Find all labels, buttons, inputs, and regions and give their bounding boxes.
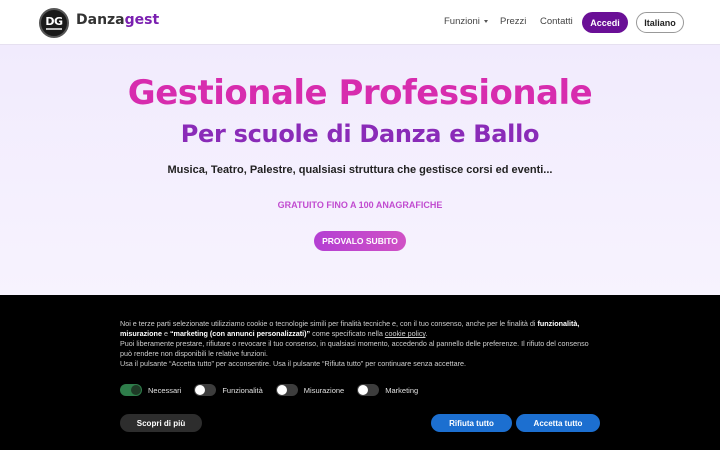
brand-name-part1: Danza	[76, 12, 125, 28]
toggle-knob	[131, 385, 141, 395]
cookie-paragraph-3: Usa il pulsante “Accetta tutto” per acco…	[120, 359, 466, 368]
toggle-label-misurazione: Misurazione	[303, 385, 345, 395]
learn-more-button[interactable]: Scopri di più	[120, 414, 202, 432]
toggle-label-marketing: Marketing	[385, 385, 419, 395]
cookie-p1-d: “marketing (con annunci personalizzati)”	[169, 329, 311, 338]
hero-section: Gestionale Professionale Per scuole di D…	[0, 45, 720, 295]
chevron-down-icon	[483, 19, 488, 23]
logo-icon[interactable]: DG	[39, 8, 69, 38]
cookie-p1-e: come specificato nella	[310, 329, 385, 338]
login-button[interactable]: Accedi	[582, 12, 628, 33]
brand-name-part2: gest	[124, 12, 160, 28]
toggle-knob	[276, 385, 287, 395]
accept-all-button[interactable]: Accetta tutto	[516, 414, 600, 432]
cookie-p1-c: e	[161, 329, 170, 338]
toggle-misurazione[interactable]: Misurazione	[275, 384, 345, 396]
reject-all-button[interactable]: Rifiuta tutto	[431, 414, 512, 432]
toggle-switch-marketing[interactable]	[357, 384, 380, 396]
toggle-necessari[interactable]: Necessari	[120, 384, 181, 396]
logo-letters: DG	[45, 15, 63, 28]
try-now-button[interactable]: PROVALO SUBITO	[314, 231, 406, 251]
toggle-knob	[195, 385, 206, 395]
toggle-switch-necessari[interactable]	[120, 384, 142, 396]
cookie-banner: Noi e terze parti selezionate utilizziam…	[0, 295, 720, 450]
hero-description: Musica, Teatro, Palestre, qualsiasi stru…	[167, 164, 553, 176]
cookie-policy-link[interactable]: cookie policy	[385, 329, 426, 338]
toggle-switch-funzionalita[interactable]	[194, 384, 217, 396]
logo-underline	[46, 28, 62, 30]
cookie-text: Noi e terze parti selezionate utilizziam…	[120, 319, 600, 369]
brand-name[interactable]: Danzagest	[76, 12, 159, 28]
hero-subtitle: Per scuole di Danza e Ballo	[180, 120, 540, 148]
toggle-funzionalita[interactable]: Funzionalità	[194, 384, 263, 396]
toggle-label-necessari: Necessari	[148, 385, 182, 395]
cookie-paragraph-1: Noi e terze parti selezionate utilizziam…	[120, 319, 600, 339]
nav-funzioni-dropdown[interactable]: Funzioni	[444, 16, 488, 27]
cookie-p1-f: .	[425, 329, 428, 338]
language-button[interactable]: Italiano	[636, 12, 684, 33]
toggle-label-funzionalita: Funzionalità	[222, 385, 263, 395]
toggle-knob	[358, 385, 369, 395]
cookie-p1-a: Noi e terze parti selezionate utilizziam…	[120, 319, 538, 328]
nav-contatti-link[interactable]: Contatti	[540, 16, 573, 27]
toggle-marketing[interactable]: Marketing	[357, 384, 418, 396]
cookie-paragraph-2: Puoi liberamente prestare, rifiutare o r…	[120, 339, 589, 358]
nav-prezzi-link[interactable]: Prezzi	[500, 16, 526, 27]
consent-toggles: Necessari Funzionalità Misurazione Marke…	[120, 384, 431, 396]
hero-title: Gestionale Professionale	[127, 73, 593, 113]
top-navbar: DG Danzagest Funzioni Prezzi Contatti Ac…	[0, 0, 720, 45]
free-tier-note: GRATUITO FINO A 100 ANAGRAFICHE	[277, 200, 443, 210]
toggle-switch-misurazione[interactable]	[275, 384, 298, 396]
nav-funzioni-label: Funzioni	[444, 16, 480, 27]
